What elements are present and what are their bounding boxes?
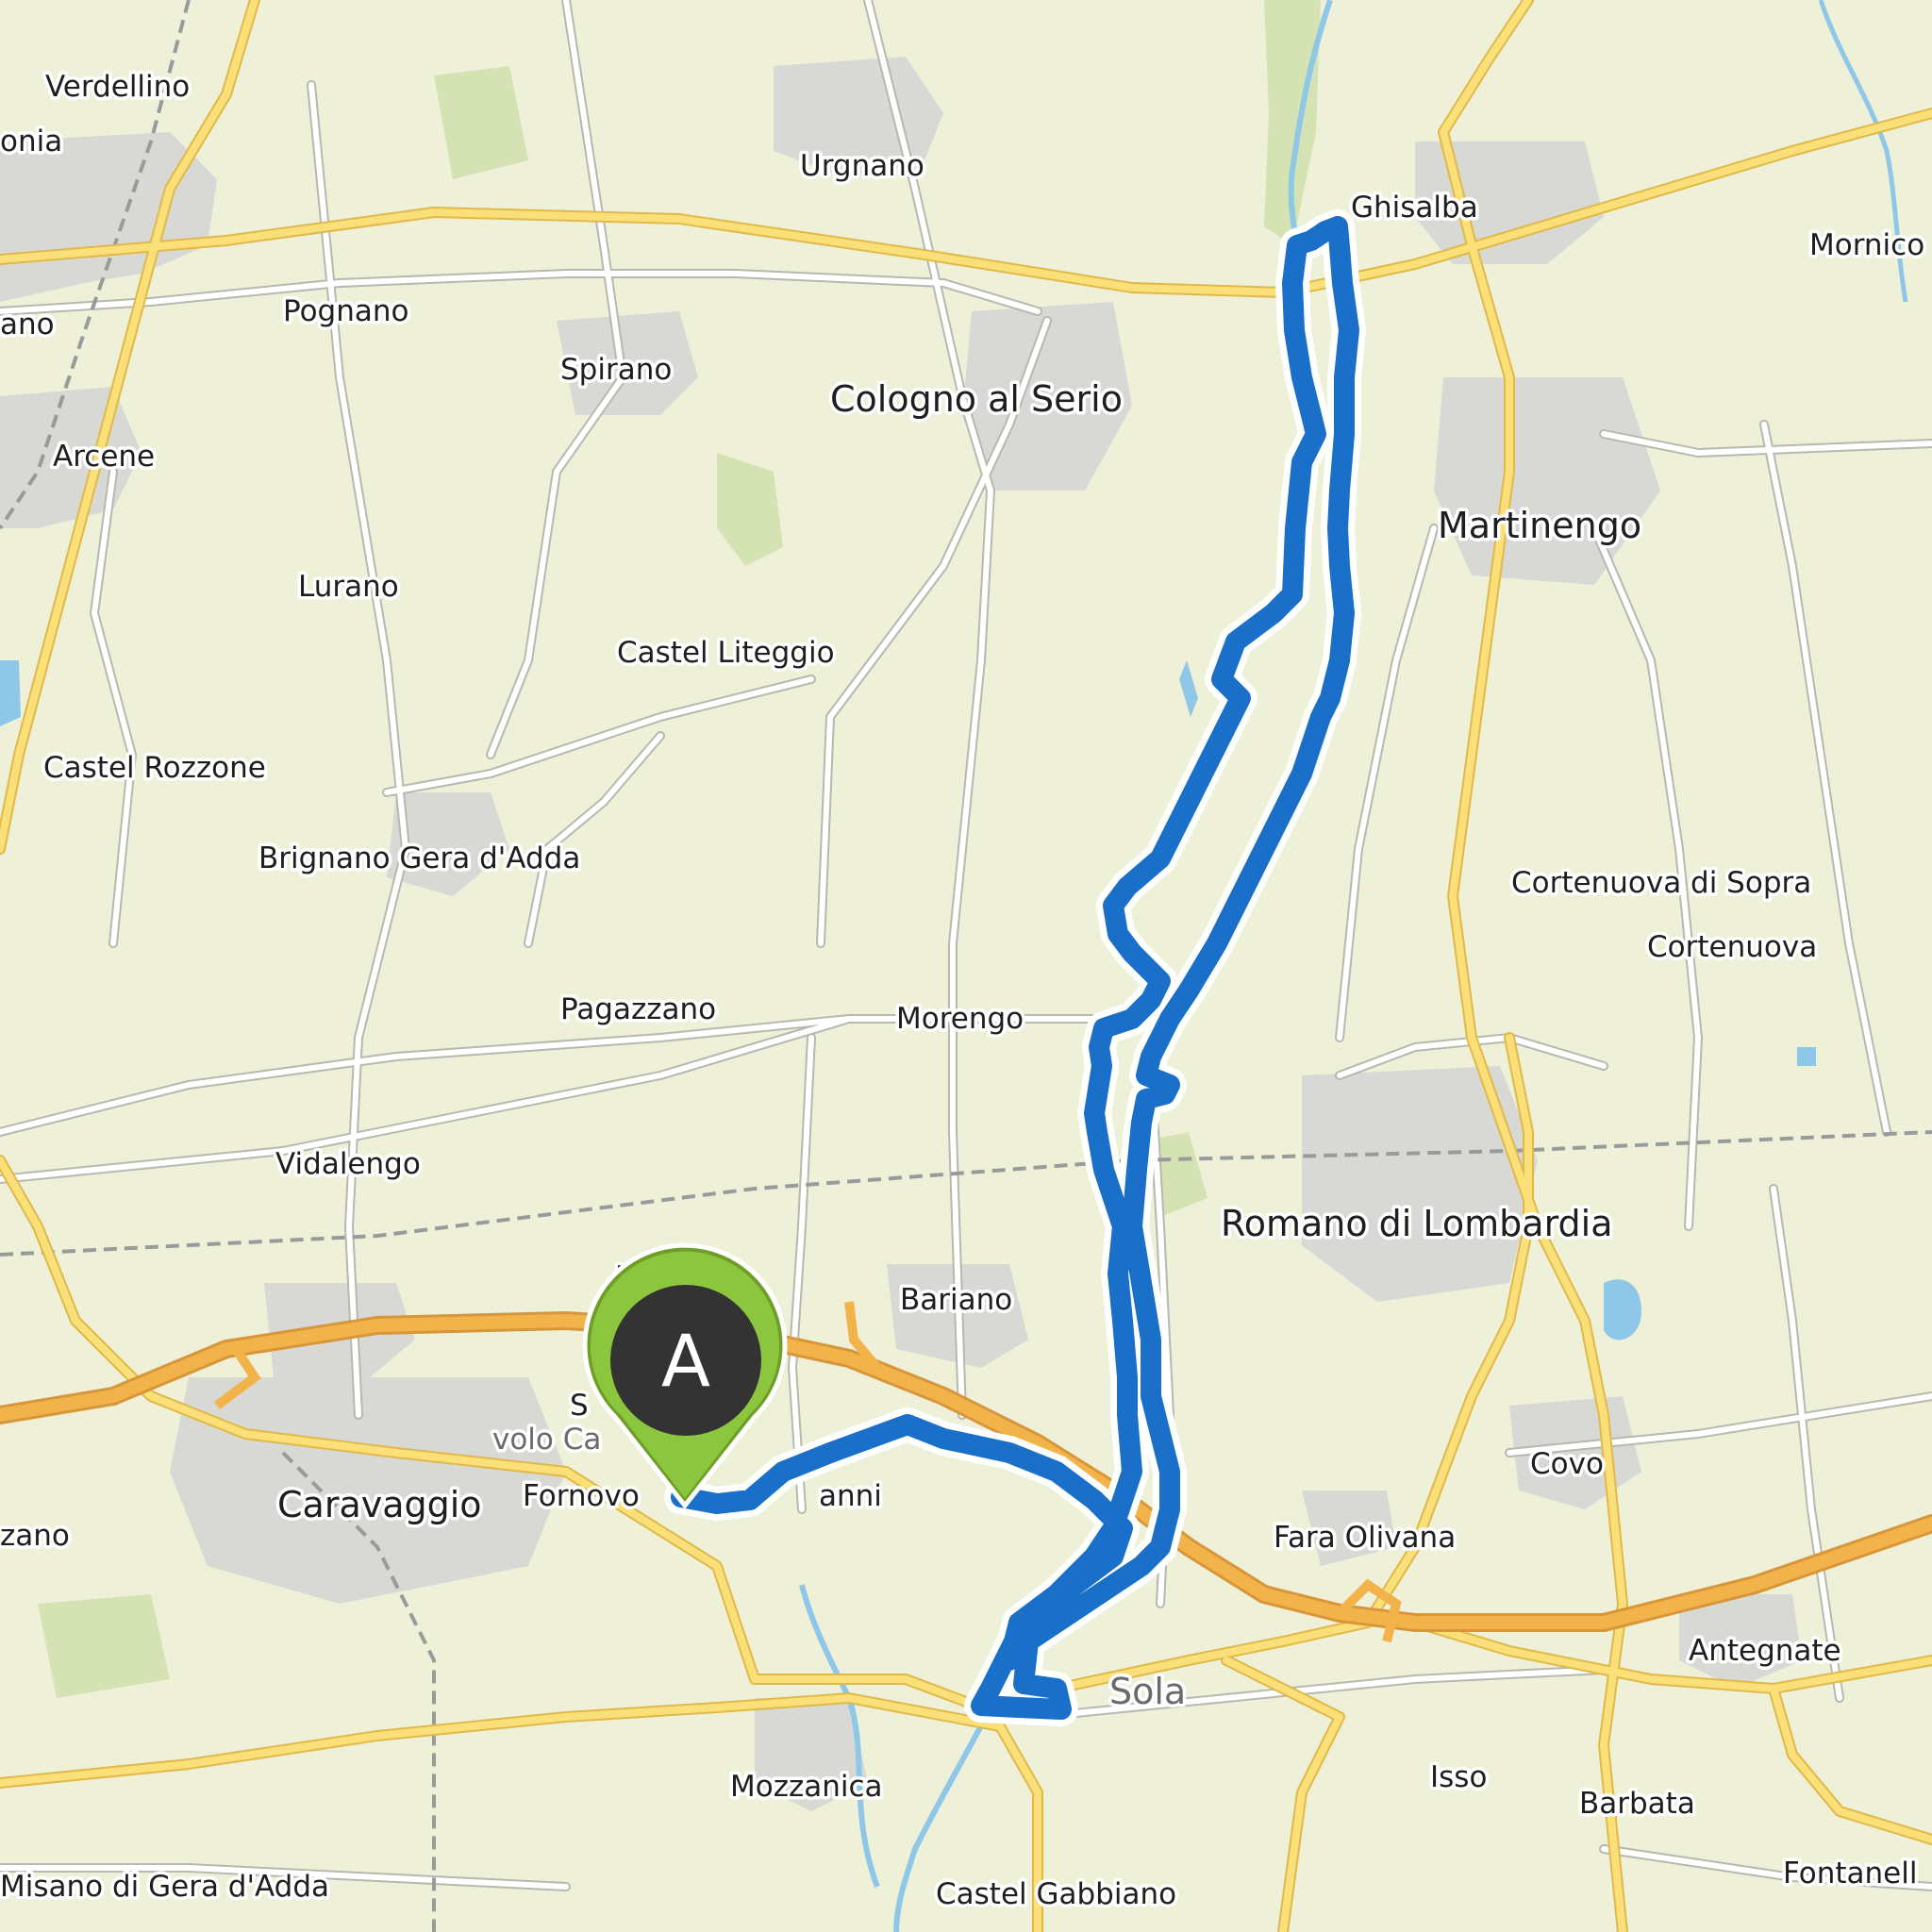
label-volo-ca: volo Ca	[492, 1423, 601, 1457]
label-onia: onia	[0, 125, 62, 158]
pond-3	[0, 660, 21, 726]
label-morengo: Morengo	[896, 1002, 1024, 1036]
label-urgnano: Urgnano	[800, 149, 924, 183]
label-pagazzano: Pagazzano	[560, 992, 716, 1026]
label-cologno-al-serio: Cologno al Serio	[830, 378, 1123, 420]
label-fontanell: Fontanell	[1783, 1857, 1917, 1890]
label-barbata: Barbata	[1579, 1787, 1695, 1821]
map-canvas[interactable]: Verdellino onia Urgnano Ghisalba Mornico…	[0, 0, 1932, 1932]
label-cortenuova-di-sopra: Cortenuova di Sopra	[1511, 866, 1811, 900]
label-martinengo: Martinengo	[1438, 505, 1641, 546]
pond-2	[1797, 1047, 1816, 1066]
label-mozzanica: Mozzanica	[730, 1770, 883, 1804]
label-castel-liteggio: Castel Liteggio	[617, 636, 835, 670]
label-brignano-gera-dadda: Brignano Gera d'Adda	[258, 841, 580, 875]
label-spirano: Spirano	[560, 353, 672, 387]
label-misano-di-gera-dadda: Misano di Gera d'Adda	[0, 1870, 329, 1904]
label-ano: ano	[0, 308, 55, 341]
label-zano: zano	[0, 1519, 70, 1553]
label-fornovo: Fornovo	[523, 1479, 640, 1513]
map-view[interactable]: Verdellino onia Urgnano Ghisalba Mornico…	[0, 0, 1932, 1932]
label-covo: Covo	[1530, 1447, 1604, 1481]
label-verdellino: Verdellino	[45, 70, 190, 104]
label-antegnate: Antegnate	[1689, 1634, 1841, 1668]
label-caravaggio: Caravaggio	[277, 1484, 482, 1525]
label-s: S	[570, 1389, 589, 1423]
label-romano-di-lombardia: Romano di Lombardia	[1221, 1203, 1613, 1244]
label-castel-rozzone: Castel Rozzone	[43, 751, 266, 785]
label-lurano: Lurano	[298, 570, 399, 604]
label-arcene: Arcene	[53, 440, 155, 474]
park-d	[38, 1594, 170, 1698]
label-vidalengo: Vidalengo	[275, 1147, 421, 1181]
label-pognano: Pognano	[283, 294, 409, 328]
label-sola: Sola	[1109, 1671, 1186, 1712]
label-anni: anni	[819, 1479, 882, 1513]
label-fara-olivana: Fara Olivana	[1274, 1521, 1456, 1555]
label-cortenuova: Cortenuova	[1647, 930, 1817, 964]
marker-letter: A	[661, 1319, 710, 1403]
label-isso: Isso	[1430, 1760, 1487, 1794]
urban-romano	[1302, 1066, 1538, 1302]
label-bariano: Bariano	[900, 1283, 1012, 1317]
label-mornico: Mornico	[1809, 228, 1924, 262]
label-ghisalba: Ghisalba	[1351, 191, 1478, 225]
label-castel-gabbiano: Castel Gabbiano	[936, 1877, 1176, 1911]
